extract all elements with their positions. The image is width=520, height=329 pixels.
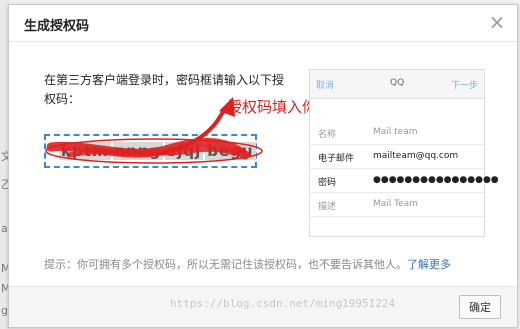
preview-nav-bar: 取消 QQ 下一步 <box>310 70 484 99</box>
preview-row-password: 密码 ●●●●●●●●●●●●●●●● <box>310 168 499 193</box>
hint-message: 提示：你可拥有多个授权码，所以无需记住该授权码，也不要告诉其他人。 <box>44 258 407 271</box>
watermark: https://blog.csdn.net/ming19951224 <box>170 297 396 310</box>
preview-row-label: 密码 <box>318 178 337 188</box>
client-preview: 取消 QQ 下一步 名称 Mail team 电子邮件 mailteam@qq.… <box>309 69 499 237</box>
preview-next: 下一步 <box>450 81 478 91</box>
preview-row-email: 电子邮件 mailteam@qq.com <box>310 144 484 169</box>
background-text-fragment: g <box>1 304 8 317</box>
hint-text: 提示：你可拥有多个授权码，所以无需记住该授权码，也不要告诉其他人。了解更多 <box>44 256 451 272</box>
preview-row-label: 电子邮件 <box>318 154 355 164</box>
preview-row-value: Mail team <box>373 127 418 137</box>
preview-row-label: 描述 <box>318 202 337 212</box>
preview-row-value: mailteam@qq.com <box>373 151 459 161</box>
preview-cancel: 取消 <box>316 81 335 91</box>
confirm-button[interactable]: 确定 <box>459 295 501 319</box>
learn-more-link[interactable]: 了解更多 <box>407 258 451 271</box>
preview-row-name: 名称 Mail team <box>310 120 484 145</box>
auth-code-dialog: 生成授权码 × 在第三方客户端登录时，密码框请输入以下授权码： kptm nnng… <box>8 4 518 328</box>
preview-row-description: 描述 Mail Team <box>310 192 484 217</box>
preview-row-label: 名称 <box>318 130 337 140</box>
preview-title: QQ <box>390 78 405 88</box>
preview-row-value: ●●●●●●●●●●●●●●●● <box>373 175 499 185</box>
background-text-fragment: a <box>1 222 8 235</box>
preview-row-value: Mail Team <box>373 199 418 209</box>
